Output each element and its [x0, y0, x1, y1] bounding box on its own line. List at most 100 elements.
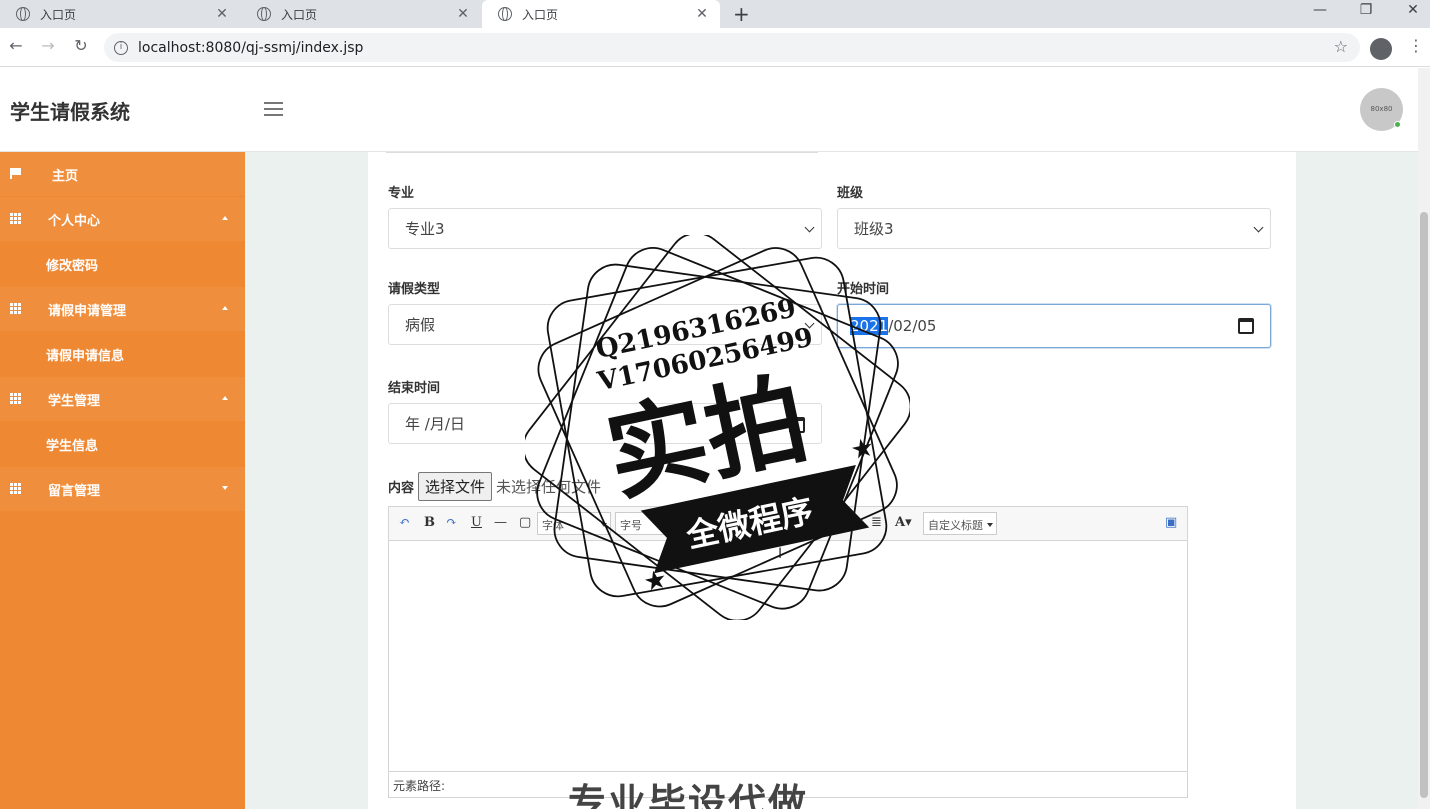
sidebar-item-label: 学生管理 [48, 393, 101, 409]
url-text: localhost:8080/qj-ssmj/index.jsp [138, 39, 364, 56]
custom-heading-label: 自定义标题 [928, 519, 983, 532]
major-value: 专业3 [405, 220, 445, 238]
start-date-input[interactable]: 2021/02/05 [837, 304, 1271, 348]
url-input[interactable]: i localhost:8080/qj-ssmj/index.jsp ☆ [104, 33, 1360, 62]
horizontal-rule-icon[interactable]: — [494, 515, 507, 530]
sidebar-subitem-student-info[interactable]: 学生信息 [0, 422, 245, 466]
font-family-select[interactable]: 字体 [537, 512, 611, 535]
end-date-input[interactable]: 年 /月/日 [388, 403, 822, 444]
editor-content-area[interactable] [389, 542, 1187, 772]
browser-tab-bar: 入口页 ✕ 入口页 ✕ 入口页 ✕ + — ❐ ✕ [0, 0, 1430, 28]
major-select[interactable]: 专业3 [388, 208, 822, 249]
sidebar-item-leave-management[interactable]: 请假申请管理 [0, 287, 245, 331]
start-time-label: 开始时间 [837, 282, 890, 297]
flag-icon [10, 168, 22, 179]
grid-icon [10, 483, 22, 494]
sidebar: 主页 个人中心 修改密码 请假申请管理 请假申请信息 学生管理 学生信息 留言管… [0, 152, 245, 809]
sidebar-subitem-leave-info[interactable]: 请假申请信息 [0, 332, 245, 376]
browser-tab-2[interactable]: 入口页 ✕ [241, 0, 481, 28]
custom-heading-select[interactable]: 自定义标题 [923, 512, 997, 535]
align-right-icon[interactable]: ≡ [847, 515, 858, 530]
sidebar-item-personal-center[interactable]: 个人中心 [0, 197, 245, 241]
sidebar-item-label: 学生信息 [46, 438, 99, 454]
app-title: 学生请假系统 [10, 100, 130, 124]
end-date-placeholder: 年 /月/日 [405, 415, 465, 433]
start-date-year-selected: 2021 [850, 317, 889, 335]
content-label: 内容 [388, 481, 415, 496]
form-panel: 专业 专业3 班级 班级3 请假类型 病假 开始时间 2021/02/05 结束… [368, 152, 1296, 809]
sidebar-item-label: 请假申请信息 [46, 348, 125, 364]
forward-icon[interactable]: → [38, 36, 58, 55]
new-tab-icon[interactable]: + [733, 2, 750, 26]
caret-down-icon [222, 486, 228, 490]
globe-icon [257, 7, 271, 21]
close-icon[interactable]: ✕ [455, 6, 471, 22]
address-bar: ← → ↻ i localhost:8080/qj-ssmj/index.jsp… [0, 28, 1430, 67]
sidebar-item-home[interactable]: 主页 [0, 152, 245, 196]
align-left-icon[interactable]: ≡ [799, 515, 810, 530]
bold-icon[interactable]: B [424, 515, 435, 530]
tab-label: 入口页 [522, 7, 559, 22]
info-icon[interactable]: i [114, 40, 128, 55]
justify-icon[interactable]: ≣ [871, 515, 882, 530]
watermark-bottom-text: 专业毕设代做 [568, 781, 809, 809]
close-icon[interactable]: ✕ [214, 6, 230, 22]
underline-icon[interactable]: U [471, 515, 482, 530]
scrollbar-thumb[interactable] [1420, 212, 1428, 798]
undo-icon[interactable]: ↶ [399, 515, 410, 530]
font-color-icon[interactable]: A▾ [895, 515, 912, 530]
menu-kebab-icon[interactable]: ⋮ [1408, 36, 1424, 55]
restore-icon[interactable]: ❐ [1356, 2, 1376, 18]
profile-icon[interactable] [1370, 38, 1392, 60]
end-time-label: 结束时间 [388, 381, 441, 396]
avatar-text: 80x80 [1370, 105, 1393, 113]
page-scrollbar[interactable] [1418, 68, 1430, 809]
hamburger-menu-icon[interactable] [264, 102, 283, 116]
editor-toolbar: ↶ B ↷ U — ▢ 字体 字号 ≡ ≡ ≡ ≣ A▾ 自定义标题 ▣ [389, 507, 1187, 541]
leave-type-value: 病假 [405, 316, 436, 334]
class-select[interactable]: 班级3 [837, 208, 1271, 249]
leave-type-label: 请假类型 [388, 282, 441, 297]
caret-up-icon [222, 216, 228, 220]
main-content: 专业 专业3 班级 班级3 请假类型 病假 开始时间 2021/02/05 结束… [245, 152, 1418, 809]
online-status-dot [1394, 121, 1401, 128]
chevron-down-icon [804, 222, 815, 233]
file-status: 未选择任何文件 [496, 478, 602, 496]
grid-icon [10, 393, 22, 404]
sidebar-item-label: 留言管理 [48, 483, 101, 499]
leave-type-select[interactable]: 病假 [388, 304, 822, 345]
calendar-icon[interactable] [789, 417, 805, 433]
redo-icon[interactable]: ↷ [446, 515, 457, 530]
globe-icon [498, 7, 512, 21]
element-path-label: 元素路径: [393, 779, 446, 793]
font-size-placeholder: 字号 [620, 519, 642, 532]
chevron-down-icon [804, 318, 815, 329]
rich-text-editor: ↶ B ↷ U — ▢ 字体 字号 ≡ ≡ ≡ ≣ A▾ 自定义标题 ▣ 元素路… [388, 506, 1188, 798]
choose-file-button[interactable]: 选择文件 [418, 472, 493, 501]
minimize-icon[interactable]: — [1310, 2, 1330, 18]
close-icon[interactable]: ✕ [694, 6, 710, 22]
back-icon[interactable]: ← [6, 36, 26, 55]
avatar[interactable]: 80x80 [1360, 88, 1403, 131]
font-size-select[interactable]: 字号 [615, 512, 685, 535]
align-center-icon[interactable]: ≡ [823, 515, 834, 530]
browser-tab-1[interactable]: 入口页 ✕ [0, 0, 240, 28]
sidebar-subitem-change-password[interactable]: 修改密码 [0, 242, 245, 286]
fullscreen-icon[interactable]: ▣ [1165, 515, 1177, 530]
tab-label: 入口页 [281, 7, 318, 22]
major-label: 专业 [388, 186, 415, 201]
start-date-rest: /02/05 [888, 317, 937, 335]
sidebar-item-student-management[interactable]: 学生管理 [0, 377, 245, 421]
table-icon[interactable]: ▢ [519, 515, 531, 530]
divider [386, 152, 818, 153]
window-close-icon[interactable]: ✕ [1403, 2, 1423, 18]
sidebar-item-message-management[interactable]: 留言管理 [0, 467, 245, 511]
caret-up-icon [222, 306, 228, 310]
browser-tab-3[interactable]: 入口页 ✕ [482, 0, 720, 28]
bookmark-star-icon[interactable]: ☆ [1334, 37, 1348, 56]
reload-icon[interactable]: ↻ [71, 36, 91, 55]
sidebar-item-label: 请假申请管理 [48, 303, 127, 319]
sidebar-item-label: 修改密码 [46, 258, 99, 274]
calendar-icon[interactable] [1238, 318, 1254, 334]
sidebar-item-label: 主页 [52, 168, 79, 184]
